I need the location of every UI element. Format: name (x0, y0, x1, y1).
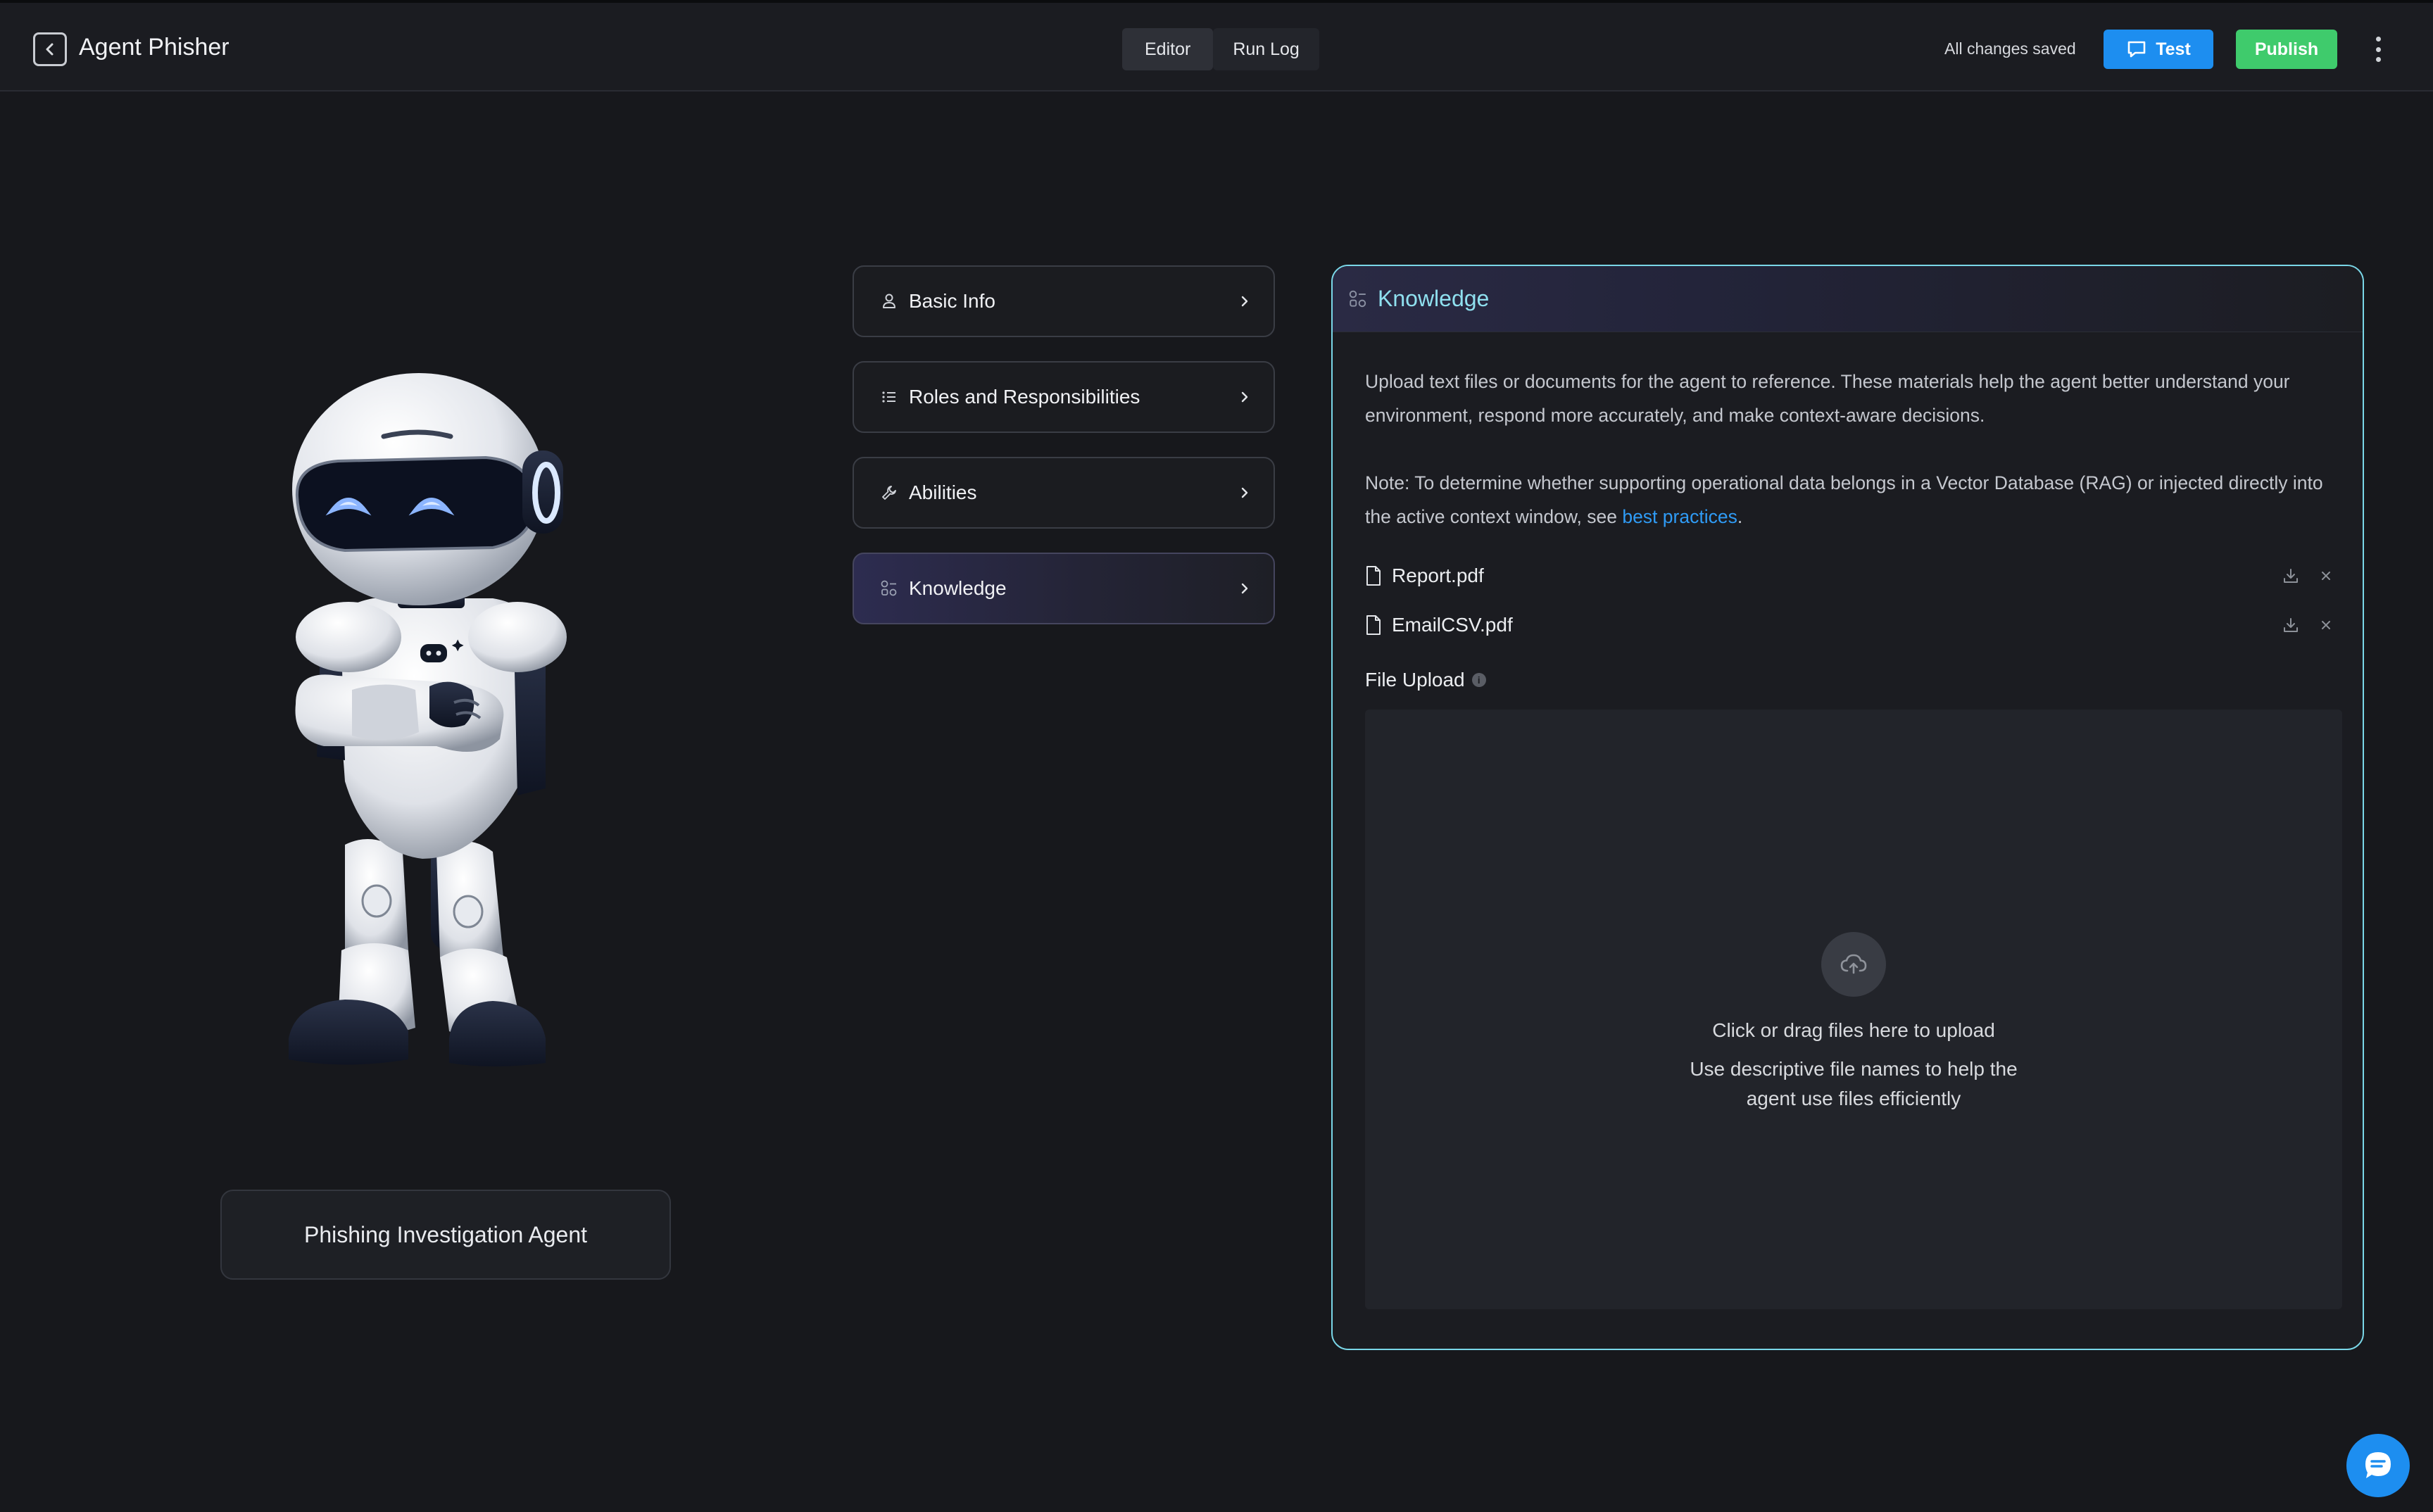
file-name[interactable]: EmailCSV.pdf (1392, 614, 2266, 636)
section-label: Abilities (909, 481, 977, 503)
download-icon[interactable] (2280, 565, 2301, 586)
test-button-label: Test (2156, 39, 2191, 59)
mode-tabs: Editor Run Log (1122, 28, 1319, 70)
chevron-right-icon (1241, 391, 1248, 403)
agent-editor-page: Agent Phisher Editor Run Log All changes… (0, 0, 2433, 1512)
file-icon (1366, 615, 1381, 635)
knowledge-description: Upload text files or documents for the a… (1365, 371, 2290, 426)
file-upload-label-text: File Upload (1365, 669, 1465, 691)
chat-bubble-icon (2127, 41, 2146, 58)
page-title: Agent Phisher (79, 34, 230, 61)
list-icon (879, 387, 899, 407)
knowledge-icon (1349, 290, 1366, 307)
knowledge-panel: Knowledge Upload text files or documents… (1331, 265, 2364, 1350)
chevron-right-icon (1241, 296, 1248, 307)
best-practices-link[interactable]: best practices (1622, 506, 1737, 527)
knowledge-panel-header: Knowledge (1333, 266, 2363, 332)
section-basic-info[interactable]: Basic Info (853, 265, 1275, 337)
file-upload-dropzone[interactable]: Click or drag files here to upload Use d… (1365, 710, 2342, 1309)
tab-editor[interactable]: Editor (1122, 28, 1214, 70)
chevron-right-icon (1241, 487, 1248, 498)
knowledge-panel-title: Knowledge (1378, 286, 1490, 311)
robot-avatar (289, 373, 567, 1066)
section-knowledge[interactable]: Knowledge (853, 553, 1275, 624)
agent-name-card[interactable]: Phishing Investigation Agent (220, 1190, 671, 1280)
chevron-left-icon (46, 43, 54, 56)
person-icon (879, 291, 899, 311)
file-icon (1366, 566, 1381, 586)
more-options-icon[interactable] (2370, 34, 2387, 65)
top-bar: Agent Phisher Editor Run Log All changes… (0, 0, 2433, 92)
section-abilities[interactable]: Abilities (853, 457, 1275, 529)
section-label: Basic Info (909, 290, 995, 312)
file-name[interactable]: Report.pdf (1392, 565, 2266, 587)
publish-button[interactable]: Publish (2236, 30, 2337, 69)
tab-run-log[interactable]: Run Log (1213, 28, 1319, 70)
section-label: Roles and Responsibilities (909, 386, 1140, 408)
info-icon[interactable]: i (1471, 673, 1486, 687)
file-upload-label: File Upload i (1365, 669, 1486, 691)
section-label: Knowledge (909, 577, 1007, 599)
download-icon[interactable] (2280, 615, 2301, 636)
file-row: EmailCSV.pdf (1365, 611, 2337, 639)
knowledge-note: Note: To determine whether supporting op… (1365, 466, 2344, 534)
dropzone-hint: Use descriptive file names to help the a… (1690, 1058, 2018, 1109)
test-button[interactable]: Test (2104, 30, 2213, 69)
chevron-right-icon (1241, 583, 1248, 594)
remove-file-icon[interactable] (2315, 615, 2337, 636)
chat-icon (2365, 1452, 2391, 1478)
file-row: Report.pdf (1365, 562, 2337, 590)
note-suffix: . (1737, 506, 1743, 527)
dropzone-instruction: Click or drag files here to upload (1712, 1019, 1995, 1041)
note-text: Note: To determine whether supporting op… (1365, 472, 2323, 527)
knowledge-icon (879, 579, 899, 598)
cloud-upload-icon (1821, 932, 1886, 997)
save-status: All changes saved (1944, 39, 2076, 58)
back-button[interactable] (33, 32, 67, 66)
section-roles-and-responsibilities[interactable]: Roles and Responsibilities (853, 361, 1275, 433)
chat-support-button[interactable] (2346, 1434, 2410, 1497)
remove-file-icon[interactable] (2315, 565, 2337, 586)
wrench-icon (879, 483, 899, 503)
